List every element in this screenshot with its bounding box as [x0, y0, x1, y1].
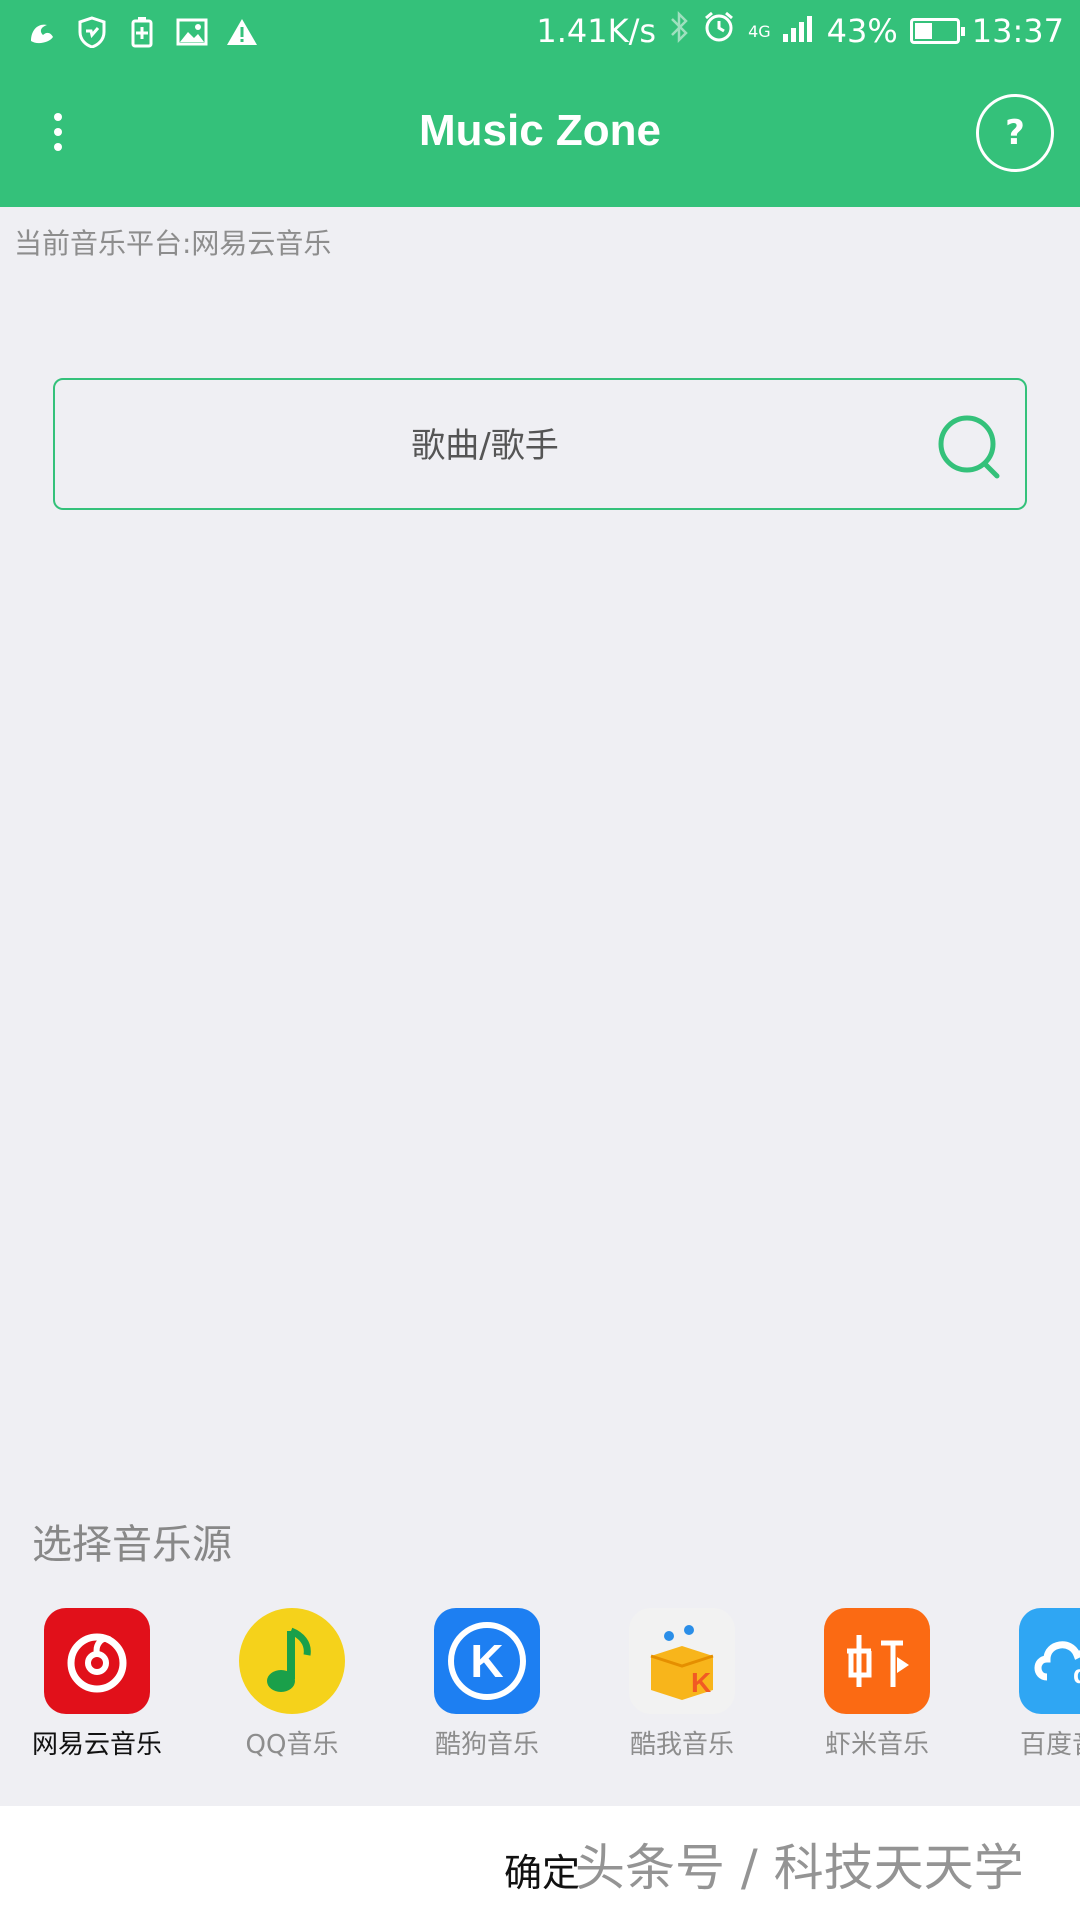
search-input[interactable]: 歌曲/歌手: [53, 378, 1027, 510]
app-title: Music Zone: [418, 106, 662, 155]
source-label: 网易云音乐: [31, 1730, 162, 1760]
qq-music-icon: [239, 1608, 345, 1714]
shield-icon: [74, 14, 110, 50]
net-speed: 1.41K/s: [536, 12, 657, 50]
kugou-music-icon: K: [434, 1608, 540, 1714]
source-netease[interactable]: 网易云音乐: [12, 1608, 182, 1761]
source-xiami[interactable]: 虾米音乐: [792, 1608, 962, 1761]
dialog-footer: 确定 头条号 / 科技天天学: [0, 1806, 1080, 1920]
battery-icon: [909, 18, 965, 44]
battery-percent: 43%: [826, 12, 898, 50]
battery-saver-icon: [124, 14, 160, 50]
xiami-music-icon: [824, 1608, 930, 1714]
svg-text:du: du: [1073, 1659, 1080, 1689]
baidu-music-icon: du: [1019, 1608, 1080, 1714]
svg-text:K: K: [470, 1635, 503, 1687]
source-label: 酷我音乐: [629, 1730, 734, 1760]
network-type: 4G: [748, 21, 771, 41]
search-placeholder: 歌曲/歌手: [411, 426, 559, 466]
uc-browser-icon: [24, 14, 60, 50]
help-button[interactable]: ?: [976, 94, 1054, 172]
source-label: 虾米音乐: [824, 1730, 929, 1760]
bluetooth-icon: [668, 10, 690, 52]
music-source-sheet: 选择音乐源 网易云音乐 QQ音乐 K 酷狗音乐 K 酷我音乐 虾米音乐 百度: [0, 1476, 1080, 1806]
source-kuwo[interactable]: K 酷我音乐: [597, 1608, 767, 1761]
alarm-icon: [702, 10, 736, 52]
image-icon: [174, 14, 210, 50]
kuwo-music-icon: K: [629, 1608, 735, 1714]
signal-icon: [782, 12, 815, 50]
status-bar: 1.41K/s 4G 43% 13:37: [0, 0, 1080, 62]
notification-icons: [24, 12, 260, 52]
current-platform-label: 当前音乐平台:网易云音乐: [14, 227, 332, 260]
svg-text:K: K: [691, 1667, 711, 1698]
clock: 13:37: [971, 12, 1064, 50]
watermark-text: 头条号 / 科技天天学: [575, 1839, 1024, 1897]
battery-fill: [914, 23, 932, 39]
confirm-button[interactable]: 确定: [504, 1842, 580, 1897]
warning-icon: [224, 14, 260, 50]
source-kugou[interactable]: K 酷狗音乐: [402, 1608, 572, 1761]
source-list[interactable]: 网易云音乐 QQ音乐 K 酷狗音乐 K 酷我音乐 虾米音乐 百度: [0, 1608, 1080, 1778]
sheet-title: 选择音乐源: [32, 1522, 232, 1568]
source-qq[interactable]: QQ音乐: [207, 1608, 377, 1761]
source-label: 百度音乐: [1019, 1730, 1080, 1760]
search-icon[interactable]: [935, 412, 1007, 484]
source-label: 酷狗音乐: [434, 1730, 539, 1760]
source-baidu[interactable]: du 百度音乐: [987, 1608, 1080, 1761]
system-status: 1.41K/s 4G 43% 13:37: [536, 8, 1064, 54]
app-bar: Music Zone ?: [0, 62, 1080, 207]
source-label: QQ音乐: [245, 1730, 339, 1760]
netease-music-icon: [44, 1608, 150, 1714]
